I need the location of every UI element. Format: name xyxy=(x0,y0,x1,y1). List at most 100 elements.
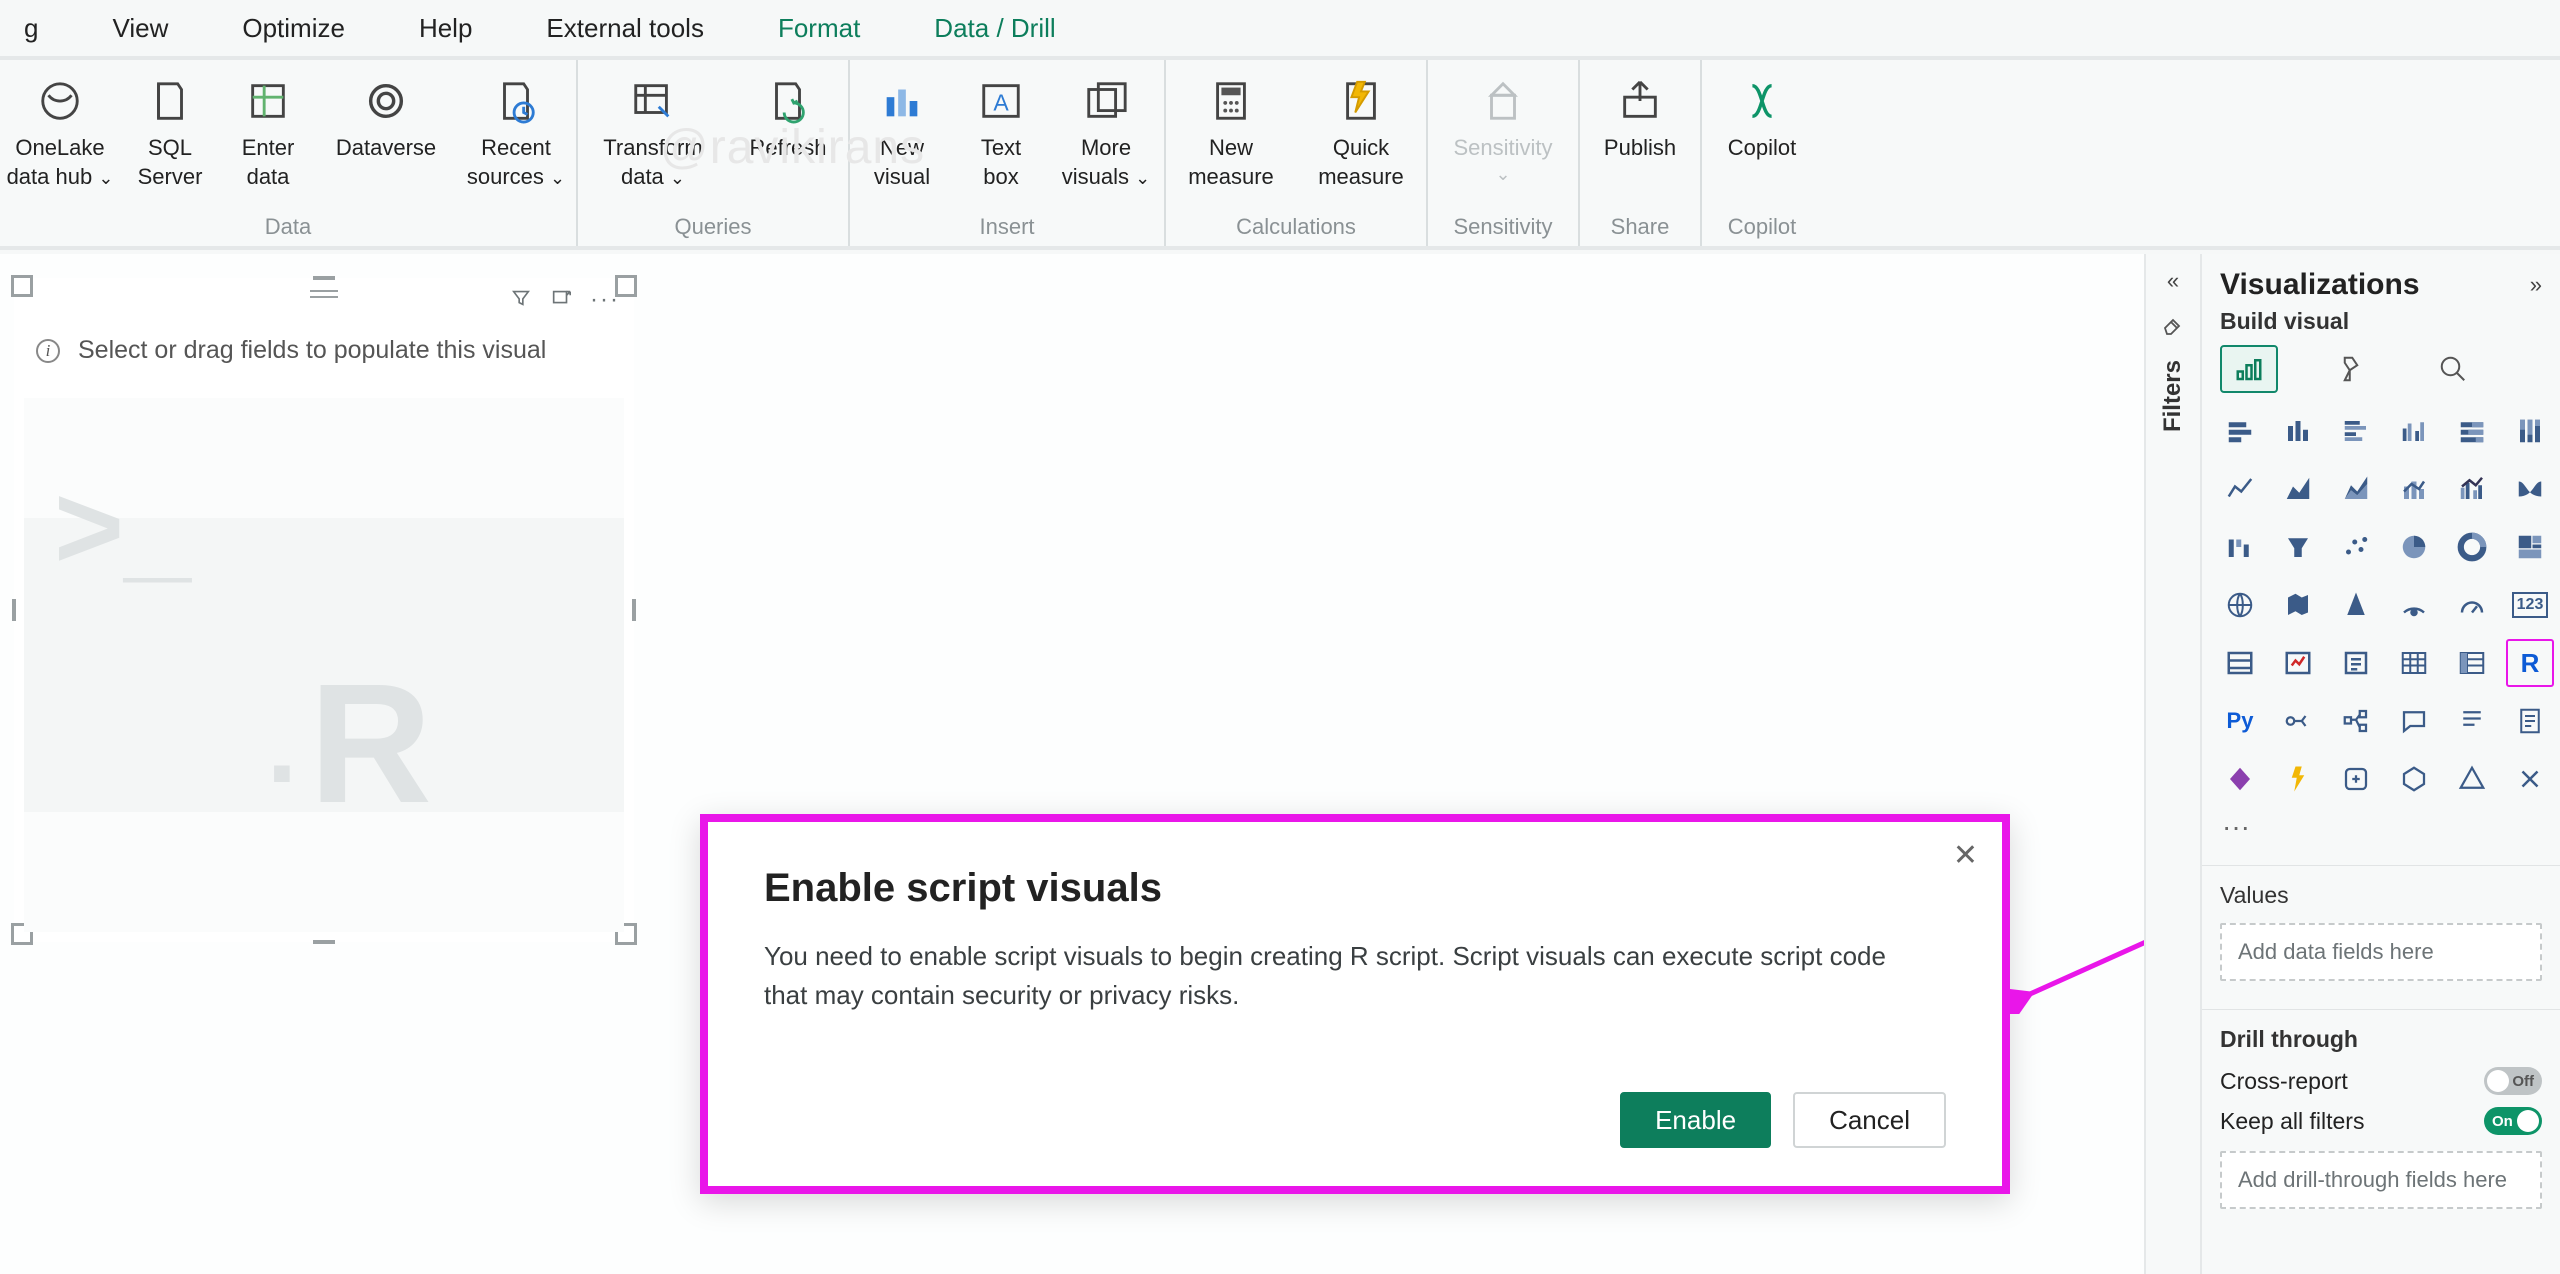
publish-button[interactable]: Publish xyxy=(1580,68,1700,191)
viz-filled-map[interactable] xyxy=(2274,581,2322,629)
viz-paginated[interactable] xyxy=(2506,697,2554,745)
viz-smart-narrative[interactable] xyxy=(2448,697,2496,745)
viz-100-stacked-bar[interactable] xyxy=(2448,407,2496,455)
keep-all-filters-toggle[interactable]: On xyxy=(2484,1107,2542,1135)
viz-power-automate[interactable] xyxy=(2274,755,2322,803)
viz-power-apps[interactable] xyxy=(2216,755,2264,803)
recent-sources-button[interactable]: Recentsources ⌄ xyxy=(456,68,576,191)
ribbon-group-label: Queries xyxy=(674,212,751,246)
viz-shape[interactable] xyxy=(2448,755,2496,803)
enable-script-visuals-dialog: ✕ Enable script visuals You need to enab… xyxy=(700,814,2010,1194)
cross-report-toggle[interactable]: Off xyxy=(2484,1067,2542,1095)
viz-multi-row-card[interactable] xyxy=(2216,639,2264,687)
viz-stacked-bar[interactable] xyxy=(2216,407,2264,455)
build-visual-tab[interactable] xyxy=(2220,345,2278,393)
drag-handle-icon[interactable] xyxy=(310,288,338,298)
viz-matrix[interactable] xyxy=(2448,639,2496,687)
viz-ribbon[interactable] xyxy=(2506,465,2554,513)
r-visual-placeholder[interactable]: ··· i Select or drag fields to populate … xyxy=(14,278,634,942)
viz-area[interactable] xyxy=(2274,465,2322,513)
tab-format[interactable]: Format xyxy=(764,3,874,54)
close-icon[interactable]: ✕ xyxy=(1953,838,1978,873)
tab-help[interactable]: Help xyxy=(405,3,486,54)
analytics-tab[interactable] xyxy=(2424,345,2482,393)
text-box-button[interactable]: ATextbox xyxy=(954,68,1048,191)
resize-handle[interactable] xyxy=(632,599,636,621)
drill-through-dropzone[interactable]: Add drill-through fields here xyxy=(2220,1151,2542,1209)
format-visual-tab[interactable] xyxy=(2322,345,2380,393)
tab-view[interactable]: View xyxy=(98,3,182,54)
values-dropzone[interactable]: Add data fields here xyxy=(2220,923,2542,981)
viz-more[interactable] xyxy=(2506,755,2554,803)
transform-data-icon xyxy=(626,74,680,128)
viz-azure-map[interactable] xyxy=(2332,581,2380,629)
tab-external-tools[interactable]: External tools xyxy=(532,3,718,54)
viz-py-visual[interactable]: Py xyxy=(2216,697,2264,745)
viz-key-influencers[interactable] xyxy=(2274,697,2322,745)
filters-pane-collapsed[interactable]: « Filters xyxy=(2144,254,2200,1274)
expand-filters-icon[interactable]: « xyxy=(2167,268,2179,294)
more-visuals-ellipsis[interactable]: ··· xyxy=(2202,803,2560,851)
tab-data-drill[interactable]: Data / Drill xyxy=(920,3,1069,54)
ribbon-group-queries: Transformdata ⌄ Refresh Queries xyxy=(578,60,850,246)
viz-clustered-bar[interactable] xyxy=(2332,407,2380,455)
viz-stacked-column[interactable] xyxy=(2274,407,2322,455)
dataverse-button[interactable]: Dataverse xyxy=(316,68,456,163)
focus-mode-icon[interactable] xyxy=(550,287,572,314)
viz-get-visuals[interactable] xyxy=(2390,755,2438,803)
sql-server-button[interactable]: SQLServer xyxy=(120,68,220,191)
r-logo-icon: .R xyxy=(267,646,424,842)
new-measure-button[interactable]: Newmeasure xyxy=(1166,68,1296,191)
copilot-button[interactable]: Copilot xyxy=(1702,68,1822,191)
more-visuals-icon xyxy=(1079,74,1133,128)
viz-line-stacked-column[interactable] xyxy=(2390,465,2438,513)
tab-partial[interactable]: g xyxy=(10,3,52,54)
cancel-button[interactable]: Cancel xyxy=(1793,1092,1946,1148)
viz-treemap[interactable] xyxy=(2506,523,2554,571)
resize-handle[interactable] xyxy=(12,599,16,621)
onelake-data-hub-button[interactable]: OneLakedata hub ⌄ xyxy=(0,68,120,191)
viz-map[interactable] xyxy=(2216,581,2264,629)
enter-data-button[interactable]: Enterdata xyxy=(220,68,316,191)
menu-tabs: g View Optimize Help External tools Form… xyxy=(0,0,2560,60)
resize-handle[interactable] xyxy=(313,940,335,944)
resize-handle[interactable] xyxy=(615,275,637,297)
viz-donut[interactable] xyxy=(2448,523,2496,571)
viz-slicer[interactable] xyxy=(2332,639,2380,687)
refresh-button[interactable]: Refresh xyxy=(728,68,848,191)
viz-100-stacked-column[interactable] xyxy=(2506,407,2554,455)
collapse-pane-icon[interactable]: » xyxy=(2530,272,2542,298)
filters-label: Filters xyxy=(2159,360,2187,432)
copilot-icon xyxy=(1735,74,1789,128)
viz-qna[interactable] xyxy=(2390,697,2438,745)
viz-kpi[interactable] xyxy=(2274,639,2322,687)
viz-waterfall[interactable] xyxy=(2216,523,2264,571)
viz-pie[interactable] xyxy=(2390,523,2438,571)
filter-icon[interactable] xyxy=(510,287,532,314)
viz-scatter[interactable] xyxy=(2332,523,2380,571)
transform-data-button[interactable]: Transformdata ⌄ xyxy=(578,68,728,191)
ribbon: OneLakedata hub ⌄ SQLServer Enterdata Da… xyxy=(0,60,2560,250)
resize-handle[interactable] xyxy=(313,276,335,280)
viz-stacked-area[interactable] xyxy=(2332,465,2380,513)
resize-handle[interactable] xyxy=(11,275,33,297)
more-visuals-button[interactable]: Morevisuals ⌄ xyxy=(1048,68,1164,191)
viz-funnel[interactable] xyxy=(2274,523,2322,571)
viz-decomposition-tree[interactable] xyxy=(2332,697,2380,745)
viz-clustered-column[interactable] xyxy=(2390,407,2438,455)
enable-button[interactable]: Enable xyxy=(1620,1092,1771,1148)
viz-gauge[interactable] xyxy=(2448,581,2496,629)
viz-arcgis[interactable] xyxy=(2390,581,2438,629)
tab-optimize[interactable]: Optimize xyxy=(228,3,359,54)
report-canvas[interactable]: ··· i Select or drag fields to populate … xyxy=(0,254,2560,1274)
viz-app-source[interactable] xyxy=(2332,755,2380,803)
new-visual-button[interactable]: Newvisual xyxy=(850,68,954,191)
viz-r-visual[interactable]: R xyxy=(2506,639,2554,687)
viz-table[interactable] xyxy=(2390,639,2438,687)
viz-line-clustered-column[interactable] xyxy=(2448,465,2496,513)
viz-card-123[interactable]: 123 xyxy=(2506,581,2554,629)
viz-line[interactable] xyxy=(2216,465,2264,513)
visual-body: >_ .R xyxy=(24,398,624,932)
quick-measure-button[interactable]: Quickmeasure xyxy=(1296,68,1426,191)
clear-filters-icon[interactable] xyxy=(2161,312,2185,336)
